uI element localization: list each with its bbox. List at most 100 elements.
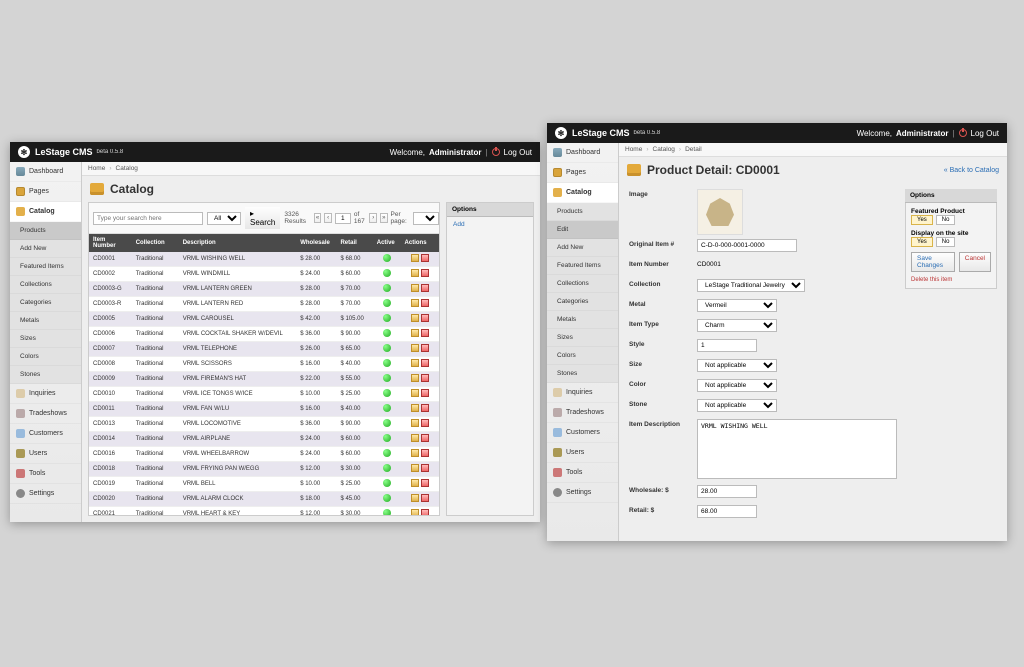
crumb-catalog[interactable]: Catalog bbox=[653, 146, 675, 153]
delete-icon[interactable] bbox=[421, 509, 429, 516]
table-row[interactable]: CD0018TraditionalVRML FRYING PAN W/EGG$ … bbox=[89, 462, 439, 477]
metal-select[interactable]: Vermeil bbox=[697, 299, 777, 312]
collection-select[interactable]: LeStage Traditional Jewelry bbox=[697, 279, 805, 292]
delete-icon[interactable] bbox=[421, 404, 429, 412]
table-row[interactable]: CD0007TraditionalVRML TELEPHONE$ 26.00$ … bbox=[89, 342, 439, 357]
col-header[interactable]: Retail bbox=[336, 234, 372, 252]
cell-item[interactable]: CD0001 bbox=[89, 252, 132, 267]
cell-item[interactable]: CD0018 bbox=[89, 462, 132, 477]
cell-item[interactable]: CD0021 bbox=[89, 507, 132, 517]
featured-no-toggle[interactable]: No bbox=[936, 215, 956, 225]
original-item-input[interactable] bbox=[697, 239, 797, 252]
description-textarea[interactable] bbox=[697, 419, 897, 479]
cell-item[interactable]: CD0003-R bbox=[89, 297, 132, 312]
delete-icon[interactable] bbox=[421, 494, 429, 502]
table-row[interactable]: CD0001TraditionalVRML WISHING WELL$ 28.0… bbox=[89, 252, 439, 267]
sidebar-item-pages[interactable]: Pages bbox=[10, 182, 81, 202]
cell-item[interactable]: CD0019 bbox=[89, 477, 132, 492]
delete-icon[interactable] bbox=[421, 299, 429, 307]
delete-icon[interactable] bbox=[421, 329, 429, 337]
table-row[interactable]: CD0003-RTraditionalVRML LANTERN RED$ 28.… bbox=[89, 297, 439, 312]
cell-item[interactable]: CD0005 bbox=[89, 312, 132, 327]
delete-item-link[interactable]: Delete this item bbox=[911, 277, 991, 283]
table-row[interactable]: CD0009TraditionalVRML FIREMAN'S HAT$ 22.… bbox=[89, 372, 439, 387]
edit-icon[interactable] bbox=[411, 329, 419, 337]
page-prev-button[interactable]: ‹ bbox=[324, 213, 332, 223]
sidebar-sub-categories[interactable]: Categories bbox=[10, 294, 81, 312]
sidebar-item-tradeshows[interactable]: Tradeshows bbox=[547, 403, 618, 423]
edit-icon[interactable] bbox=[411, 509, 419, 516]
delete-icon[interactable] bbox=[421, 389, 429, 397]
display-no-toggle[interactable]: No bbox=[936, 237, 956, 247]
cell-item[interactable]: CD0006 bbox=[89, 327, 132, 342]
sidebar-sub-edit[interactable]: Edit bbox=[547, 221, 618, 239]
delete-icon[interactable] bbox=[421, 284, 429, 292]
crumb-catalog[interactable]: Catalog bbox=[116, 165, 138, 172]
sidebar-sub-stones[interactable]: Stones bbox=[10, 366, 81, 384]
edit-icon[interactable] bbox=[411, 284, 419, 292]
options-add-link[interactable]: Add bbox=[447, 217, 533, 232]
wholesale-input[interactable] bbox=[697, 485, 757, 498]
edit-icon[interactable] bbox=[411, 359, 419, 367]
edit-icon[interactable] bbox=[411, 464, 419, 472]
featured-yes-toggle[interactable]: Yes bbox=[911, 215, 933, 225]
delete-icon[interactable] bbox=[421, 314, 429, 322]
edit-icon[interactable] bbox=[411, 449, 419, 457]
sidebar-item-dashboard[interactable]: Dashboard bbox=[547, 143, 618, 163]
sidebar-item-users[interactable]: Users bbox=[10, 444, 81, 464]
sidebar-sub-addnew[interactable]: Add New bbox=[10, 240, 81, 258]
col-header[interactable]: Description bbox=[179, 234, 296, 252]
table-row[interactable]: CD0016TraditionalVRML WHEELBARROW$ 24.00… bbox=[89, 447, 439, 462]
sidebar-item-customers[interactable]: Customers bbox=[10, 424, 81, 444]
sidebar-item-tradeshows[interactable]: Tradeshows bbox=[10, 404, 81, 424]
table-row[interactable]: CD0003-GTraditionalVRML LANTERN GREEN$ 2… bbox=[89, 282, 439, 297]
edit-icon[interactable] bbox=[411, 404, 419, 412]
table-row[interactable]: CD0005TraditionalVRML CAROUSEL$ 42.00$ 1… bbox=[89, 312, 439, 327]
stone-select[interactable]: Not applicable bbox=[697, 399, 777, 412]
search-button[interactable]: ▸ Search bbox=[245, 207, 280, 229]
page-next-button[interactable]: › bbox=[369, 213, 377, 223]
edit-icon[interactable] bbox=[411, 314, 419, 322]
sidebar-sub-metals[interactable]: Metals bbox=[547, 311, 618, 329]
cell-item[interactable]: CD0011 bbox=[89, 402, 132, 417]
sidebar-sub-collections[interactable]: Collections bbox=[10, 276, 81, 294]
sidebar-sub-addnew[interactable]: Add New bbox=[547, 239, 618, 257]
cell-item[interactable]: CD0003-G bbox=[89, 282, 132, 297]
delete-icon[interactable] bbox=[421, 419, 429, 427]
delete-icon[interactable] bbox=[421, 344, 429, 352]
edit-icon[interactable] bbox=[411, 389, 419, 397]
cell-item[interactable]: CD0009 bbox=[89, 372, 132, 387]
save-changes-button[interactable]: Save Changes bbox=[911, 252, 955, 272]
sidebar-item-pages[interactable]: Pages bbox=[547, 163, 618, 183]
page-first-button[interactable]: « bbox=[314, 213, 322, 223]
cell-item[interactable]: CD0020 bbox=[89, 492, 132, 507]
crumb-home[interactable]: Home bbox=[625, 146, 642, 153]
sidebar-sub-featured[interactable]: Featured Items bbox=[547, 257, 618, 275]
edit-icon[interactable] bbox=[411, 479, 419, 487]
cell-item[interactable]: CD0014 bbox=[89, 432, 132, 447]
table-row[interactable]: CD0006TraditionalVRML COCKTAIL SHAKER W/… bbox=[89, 327, 439, 342]
cell-item[interactable]: CD0016 bbox=[89, 447, 132, 462]
color-select[interactable]: Not applicable bbox=[697, 379, 777, 392]
sidebar-item-settings[interactable]: Settings bbox=[10, 484, 81, 504]
sidebar-item-tools[interactable]: Tools bbox=[10, 464, 81, 484]
sidebar-sub-collections[interactable]: Collections bbox=[547, 275, 618, 293]
sidebar-item-inquiries[interactable]: Inquiries bbox=[547, 383, 618, 403]
sidebar-item-settings[interactable]: Settings bbox=[547, 483, 618, 503]
logout-link[interactable]: Log Out bbox=[504, 148, 532, 157]
delete-icon[interactable] bbox=[421, 434, 429, 442]
sidebar-item-inquiries[interactable]: Inquiries bbox=[10, 384, 81, 404]
col-header[interactable]: Wholesale bbox=[296, 234, 336, 252]
sidebar-item-customers[interactable]: Customers bbox=[547, 423, 618, 443]
edit-icon[interactable] bbox=[411, 494, 419, 502]
sidebar-sub-colors[interactable]: Colors bbox=[10, 348, 81, 366]
cell-item[interactable]: CD0008 bbox=[89, 357, 132, 372]
sidebar-sub-sizes[interactable]: Sizes bbox=[10, 330, 81, 348]
sidebar-sub-colors[interactable]: Colors bbox=[547, 347, 618, 365]
table-row[interactable]: CD0021TraditionalVRML HEART & KEY$ 12.00… bbox=[89, 507, 439, 517]
sidebar-sub-featured[interactable]: Featured Items bbox=[10, 258, 81, 276]
table-row[interactable]: CD0002TraditionalVRML WINDMILL$ 24.00$ 6… bbox=[89, 267, 439, 282]
search-input[interactable] bbox=[93, 212, 203, 225]
edit-icon[interactable] bbox=[411, 269, 419, 277]
display-yes-toggle[interactable]: Yes bbox=[911, 237, 933, 247]
